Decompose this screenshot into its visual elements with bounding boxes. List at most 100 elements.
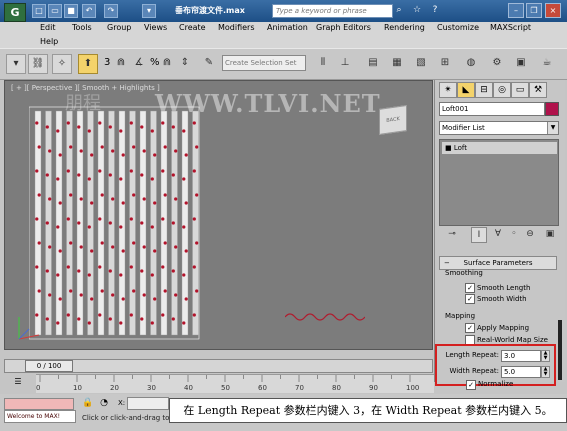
utilities-tab-icon[interactable]: ⚒	[529, 82, 547, 98]
menu-modifiers[interactable]: Modifiers	[218, 23, 255, 32]
width-repeat-field[interactable]: 5.0	[501, 366, 541, 378]
selection-set-dropdown[interactable]: Create Selection Set	[222, 55, 306, 71]
apply-mapping-checkbox[interactable]: ✓	[465, 323, 475, 333]
undo-icon[interactable]: ↶	[82, 4, 96, 18]
configure-modifier-sets-icon[interactable]: ▣	[543, 227, 557, 241]
curtain-bead	[142, 149, 146, 153]
loft-path-shape[interactable]	[285, 309, 365, 323]
save-icon[interactable]: ■	[64, 4, 78, 18]
modifier-list-dropdown[interactable]: Modifier List ▼	[439, 121, 559, 135]
timeline-tick-label: 100	[406, 384, 420, 392]
select-object-icon[interactable]: ⬆	[78, 54, 98, 74]
hierarchy-tab-icon[interactable]: ⊟	[475, 82, 493, 98]
redo-icon[interactable]: ↷	[104, 4, 118, 18]
modifier-list-label: Modifier List	[442, 124, 485, 132]
smooth-width-checkbox[interactable]: ✓	[465, 294, 475, 304]
surface-parameters-rollout[interactable]: − Surface Parameters	[439, 256, 557, 270]
curtain-strand	[150, 110, 157, 336]
lock-icon[interactable]: 🔒	[82, 398, 94, 410]
curtain-bead	[142, 197, 146, 201]
snap-toggle-label[interactable]: 3	[104, 57, 110, 68]
mirror-icon[interactable]: ⫴	[314, 54, 332, 72]
length-repeat-spinner[interactable]: ▲ ▼	[541, 350, 550, 362]
pin-stack-icon[interactable]: ⊸	[445, 227, 459, 241]
material-editor-icon[interactable]: ◍	[462, 54, 480, 72]
menu-tools[interactable]: Tools	[72, 23, 92, 32]
render-production-icon[interactable]: ☕	[538, 54, 556, 72]
link-icon[interactable]: ⛓	[28, 54, 48, 74]
modify-tab-icon[interactable]: ◣	[457, 82, 475, 98]
maxscript-listener-top[interactable]	[4, 398, 74, 410]
panel-scrollbar[interactable]	[558, 320, 562, 380]
length-repeat-field[interactable]: 3.0	[501, 350, 541, 362]
app-logo-button[interactable]: G	[4, 3, 26, 22]
maxscript-listener[interactable]: Welcome to MAX!	[4, 410, 76, 423]
curtain-bead	[111, 149, 115, 153]
new-file-icon[interactable]: □	[32, 4, 46, 18]
make-unique-icon[interactable]: ∀	[491, 227, 505, 241]
curtain-loft-object[interactable]	[29, 103, 201, 341]
curtain-bead	[129, 169, 133, 173]
spinner-snap-icon[interactable]: ⇕	[176, 54, 194, 72]
layer-manager-icon[interactable]: ▤	[364, 54, 382, 72]
menu-views[interactable]: Views	[144, 23, 167, 32]
angle-snap-icon[interactable]: ∡	[130, 54, 148, 72]
edit-named-selection-icon[interactable]: ✎	[200, 54, 218, 72]
perspective-viewport[interactable]: [ + ][ Perspective ][ Smooth + Highlight…	[4, 80, 433, 350]
render-setup-icon[interactable]: ⚙	[488, 54, 506, 72]
help-icon[interactable]: ?	[428, 4, 442, 16]
snaps-toggle-icon[interactable]: ⋒	[112, 54, 130, 72]
track-bar[interactable]: 0 10 20 30 40 50 60 70 80 90 100	[36, 374, 434, 393]
menu-maxscript[interactable]: MAXScript	[490, 23, 531, 32]
undo-toolbar-icon[interactable]: ▾	[6, 54, 26, 74]
curtain-bead	[108, 173, 112, 177]
stack-item-loft[interactable]: ■ Loft	[442, 142, 557, 154]
menu-group[interactable]: Group	[107, 23, 131, 32]
menu-graph-editors[interactable]: Graph Editors	[316, 23, 371, 32]
time-slider[interactable]: 0 / 100	[4, 359, 433, 373]
time-slider-thumb[interactable]: 0 / 100	[25, 360, 73, 372]
curtain-bead	[150, 177, 154, 181]
percent-snap-icon[interactable]: ⋒	[158, 54, 176, 72]
object-name-field[interactable]: Loft001	[439, 102, 545, 116]
menu-customize[interactable]: Customize	[437, 23, 479, 32]
smooth-length-checkbox[interactable]: ✓	[465, 283, 475, 293]
create-tab-icon[interactable]: ✴	[439, 82, 457, 98]
viewcube-icon[interactable]: BACK	[379, 105, 407, 135]
open-folder-icon[interactable]: ▭	[48, 4, 62, 18]
menu-help[interactable]: Help	[40, 37, 58, 46]
star-icon[interactable]: ☆	[410, 4, 424, 16]
display-tab-icon[interactable]: ▭	[511, 82, 529, 98]
schematic-view-icon[interactable]: ⊞	[436, 54, 454, 72]
selection-lock-icon[interactable]: ◔	[98, 398, 110, 410]
restore-icon[interactable]: ❐	[526, 3, 542, 18]
binoculars-icon[interactable]: ⌕	[392, 4, 406, 16]
remove-modifier-icon[interactable]: ◦	[507, 227, 521, 241]
rendered-frame-icon[interactable]: ▣	[512, 54, 530, 72]
curtain-bead	[77, 269, 81, 273]
object-color-swatch[interactable]	[545, 102, 559, 116]
normalize-checkbox[interactable]: ✓	[466, 380, 476, 390]
mini-curve-editor-icon[interactable]: ☰	[10, 377, 26, 389]
menu-create[interactable]: Create	[179, 23, 206, 32]
curtain-bead	[108, 125, 112, 129]
minimize-icon[interactable]: –	[508, 3, 524, 18]
menu-animation[interactable]: Animation	[267, 23, 308, 32]
curve-editor-icon[interactable]: ▧	[412, 54, 430, 72]
graphite-toolbar-icon[interactable]: ▦	[388, 54, 406, 72]
project-folder-icon[interactable]: ▾	[142, 4, 156, 18]
width-repeat-spinner[interactable]: ▲ ▼	[541, 366, 550, 378]
motion-tab-icon[interactable]: ◎	[493, 82, 511, 98]
chevron-down-icon[interactable]: ▼	[547, 122, 558, 134]
x-coordinate-field[interactable]	[127, 397, 169, 410]
menu-rendering[interactable]: Rendering	[384, 23, 425, 32]
search-input[interactable]: Type a keyword or phrase	[272, 4, 393, 18]
align-icon[interactable]: ⊥	[336, 54, 354, 72]
configure-sets-icon[interactable]: ⊖	[523, 227, 537, 241]
modifier-stack[interactable]: ■ Loft	[439, 139, 559, 226]
close-icon[interactable]: ×	[545, 3, 561, 18]
menu-edit[interactable]: Edit	[40, 23, 56, 32]
show-end-result-icon[interactable]: Ⅰ	[471, 227, 487, 243]
collapse-icon[interactable]: −	[444, 257, 450, 269]
bind-space-warp-icon[interactable]: ✧	[52, 54, 72, 74]
